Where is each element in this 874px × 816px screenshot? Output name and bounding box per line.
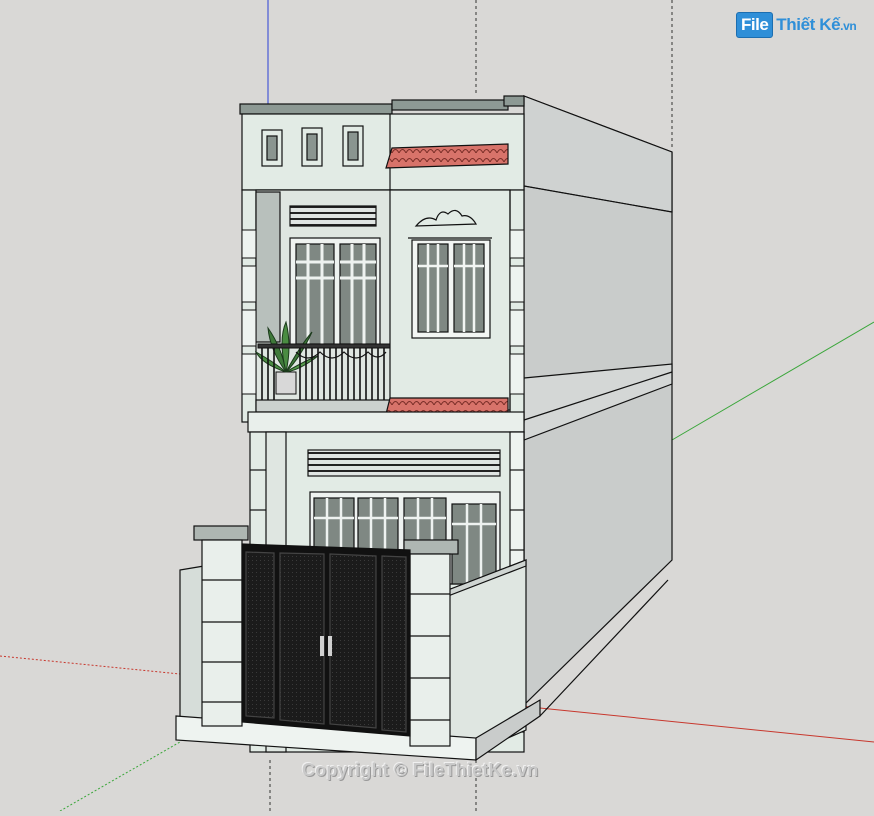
- logo-box: File: [736, 12, 774, 38]
- filethietke-logo: File Thiết Kế.vn: [736, 12, 857, 38]
- house-model-scene[interactable]: [0, 0, 874, 812]
- logo-tld: .vn: [840, 19, 857, 33]
- floor-slab: [247, 411, 525, 433]
- sketchup-viewport[interactable]: File Thiết Kế.vn Copyright © FileThietKe…: [0, 0, 874, 812]
- copyright-watermark: Copyright © FileThietKe.vn: [302, 760, 539, 780]
- upper-window: [411, 239, 491, 339]
- roof-parapet: [239, 95, 525, 191]
- logo-name-text: Thiết Kế: [776, 15, 841, 34]
- entrance-gate: [241, 543, 411, 737]
- logo-name: Thiết Kế.vn: [776, 15, 856, 35]
- balcony-louver: [289, 205, 377, 227]
- gate-pillar-left: [193, 525, 249, 727]
- balcony-door: [289, 237, 381, 347]
- attic-vents: [261, 125, 364, 167]
- gate-pillar-right: [403, 539, 459, 747]
- ground-louver: [307, 449, 501, 477]
- upper-tile-awning: [385, 143, 509, 169]
